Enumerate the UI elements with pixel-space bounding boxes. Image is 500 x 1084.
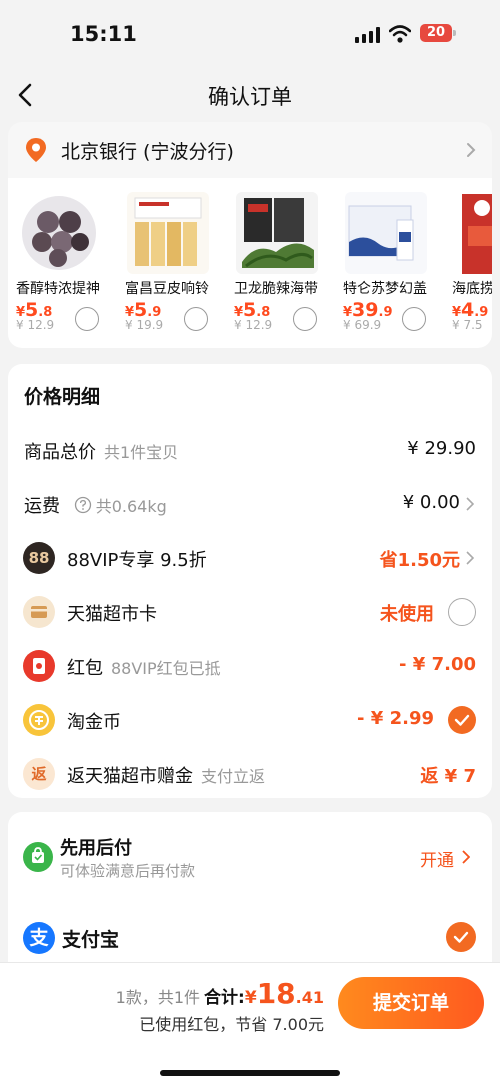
status-bar: 15:11 20 [0,0,500,68]
payment-card: 先用后付 可体验满意后再付款 开通 支 支付宝 [8,812,492,962]
pay-later-icon [23,842,53,872]
product-image [127,192,209,274]
product-add-checkbox[interactable] [402,307,426,331]
pay-later-title: 先用后付 [60,838,132,859]
product-card[interactable]: 海底捞 ¥4.9 ¥ 7.5 [444,178,492,348]
chevron-right-icon [466,497,474,511]
home-indicator [160,1070,340,1076]
tmall-card-radio[interactable] [448,598,476,626]
battery-level: 20 [420,24,452,42]
red-packet-label: 红包 [67,658,103,679]
red-packet-sub: 88VIP红包已抵 [111,659,221,678]
product-original-price: ¥ 12.9 [16,318,55,332]
rebate-value: 返 ¥ 7 [420,766,476,787]
product-original-price: ¥ 7.5 [452,318,483,332]
product-original-price: ¥ 19.9 [125,318,164,332]
item-count: 1款，共1件 [115,988,201,1007]
product-image [345,192,427,274]
page-title: 确认订单 [208,85,292,109]
shipping-label: 运费 [24,496,60,517]
product-add-checkbox[interactable] [75,307,99,331]
taojinbi-label: 淘金币 [67,712,121,733]
red-packet-icon [23,650,55,682]
status-time: 15:11 [70,22,137,46]
product-card[interactable]: 特仑苏梦幻盖 ¥39.9 ¥ 69.9 [335,178,435,348]
shipping-row[interactable]: 运费 共0.64kg ¥ 0.00 [8,484,492,524]
order-total-line: 1款，共1件 合计:¥18.41 [116,977,324,1010]
address-selector[interactable]: 北京银行 (宁波分行) [8,122,492,178]
rebate-label: 返天猫超市赠金 [67,766,193,787]
alipay-checked-icon[interactable] [446,922,476,952]
alipay-icon: 支 [23,922,55,954]
shipping-value: ¥ 0.00 [402,492,460,513]
rebate-sub: 支付立返 [201,767,266,786]
signal-icon [355,27,381,43]
vip-label: 88VIP专享 9.5折 [67,550,207,571]
product-original-price: ¥ 12.9 [234,318,273,332]
taojinbi-checked-icon[interactable] [448,706,476,734]
tmall-card-label: 天猫超市卡 [67,604,157,625]
red-packet-row[interactable]: 红包 88VIP红包已抵 - ¥ 7.00 [8,646,492,686]
chevron-right-icon [466,551,474,565]
pay-later-sub: 可体验满意后再付款 [60,862,196,880]
nav-bar: 确认订单 [0,68,500,122]
goods-total-label: 商品总价 [24,442,96,463]
tmall-card-row[interactable]: 天猫超市卡 未使用 [8,592,492,632]
rebate-row: 返 返天猫超市赠金 支付立返 返 ¥ 7 [8,754,492,794]
price-detail-card: 价格明细 商品总价 共1件宝贝 ¥ 29.90 运费 共0.64kg ¥ 0.00… [8,364,492,798]
price-detail-title: 价格明细 [24,386,101,408]
pay-later-open-link[interactable]: 开通 [420,846,454,871]
product-card[interactable]: 香醇特浓提神 ¥5.8 ¥ 12.9 [8,178,108,348]
alipay-label[interactable]: 支付宝 [62,925,119,952]
chevron-right-icon [462,850,470,864]
address-text: 北京银行 (宁波分行) [61,141,234,163]
chevron-right-icon [467,143,476,157]
product-original-price: ¥ 69.9 [343,318,382,332]
rebate-icon: 返 [23,758,55,790]
tmall-card-value: 未使用 [380,604,434,625]
goods-total-row: 商品总价 共1件宝贝 ¥ 29.90 [8,430,492,470]
saving-note: 已使用红包，节省 7.00元 [139,1015,324,1034]
product-name: 海底捞 [452,281,492,297]
total-amount: ¥18.41 [244,977,324,1010]
shipping-sub: 共0.64kg [95,497,167,516]
product-name: 富昌豆皮响铃 [125,281,209,297]
wifi-icon [389,25,411,43]
product-name: 卫龙脆辣海带 [234,281,318,297]
product-carousel[interactable]: 香醇特浓提神 ¥5.8 ¥ 12.9 富昌豆皮响铃 ¥5.9 ¥ 19.9 卫龙… [8,178,492,348]
product-image [236,192,318,274]
submit-order-button[interactable]: 提交订单 [338,977,484,1029]
card-icon [23,596,55,628]
help-icon[interactable] [74,496,92,514]
vip-88-icon: 88 [23,542,55,574]
product-image [454,192,492,274]
goods-total-value: ¥ 29.90 [407,438,476,459]
product-card[interactable]: 卫龙脆辣海带 ¥5.8 ¥ 12.9 [226,178,326,348]
product-name: 特仑苏梦幻盖 [343,281,427,297]
goods-total-sub: 共1件宝贝 [104,443,179,462]
product-card[interactable]: 富昌豆皮响铃 ¥5.9 ¥ 19.9 [117,178,217,348]
taojinbi-row[interactable]: 淘金币 - ¥ 2.99 [8,700,492,740]
checkout-bar: 1款，共1件 合计:¥18.41 已使用红包，节省 7.00元 提交订单 [0,962,500,1084]
total-label: 合计: [204,988,245,1008]
coin-icon [23,704,55,736]
product-add-checkbox[interactable] [293,307,317,331]
vip-value: 省1.50元 [379,550,460,571]
red-packet-value: - ¥ 7.00 [399,654,476,675]
location-pin-icon [26,138,46,162]
taojinbi-value: - ¥ 2.99 [357,708,434,729]
product-add-checkbox[interactable] [184,307,208,331]
battery-icon: 20 [420,24,456,42]
product-image [18,192,100,274]
product-name: 香醇特浓提神 [16,281,100,297]
vip-discount-row[interactable]: 88 88VIP专享 9.5折 省1.50元 [8,538,492,578]
